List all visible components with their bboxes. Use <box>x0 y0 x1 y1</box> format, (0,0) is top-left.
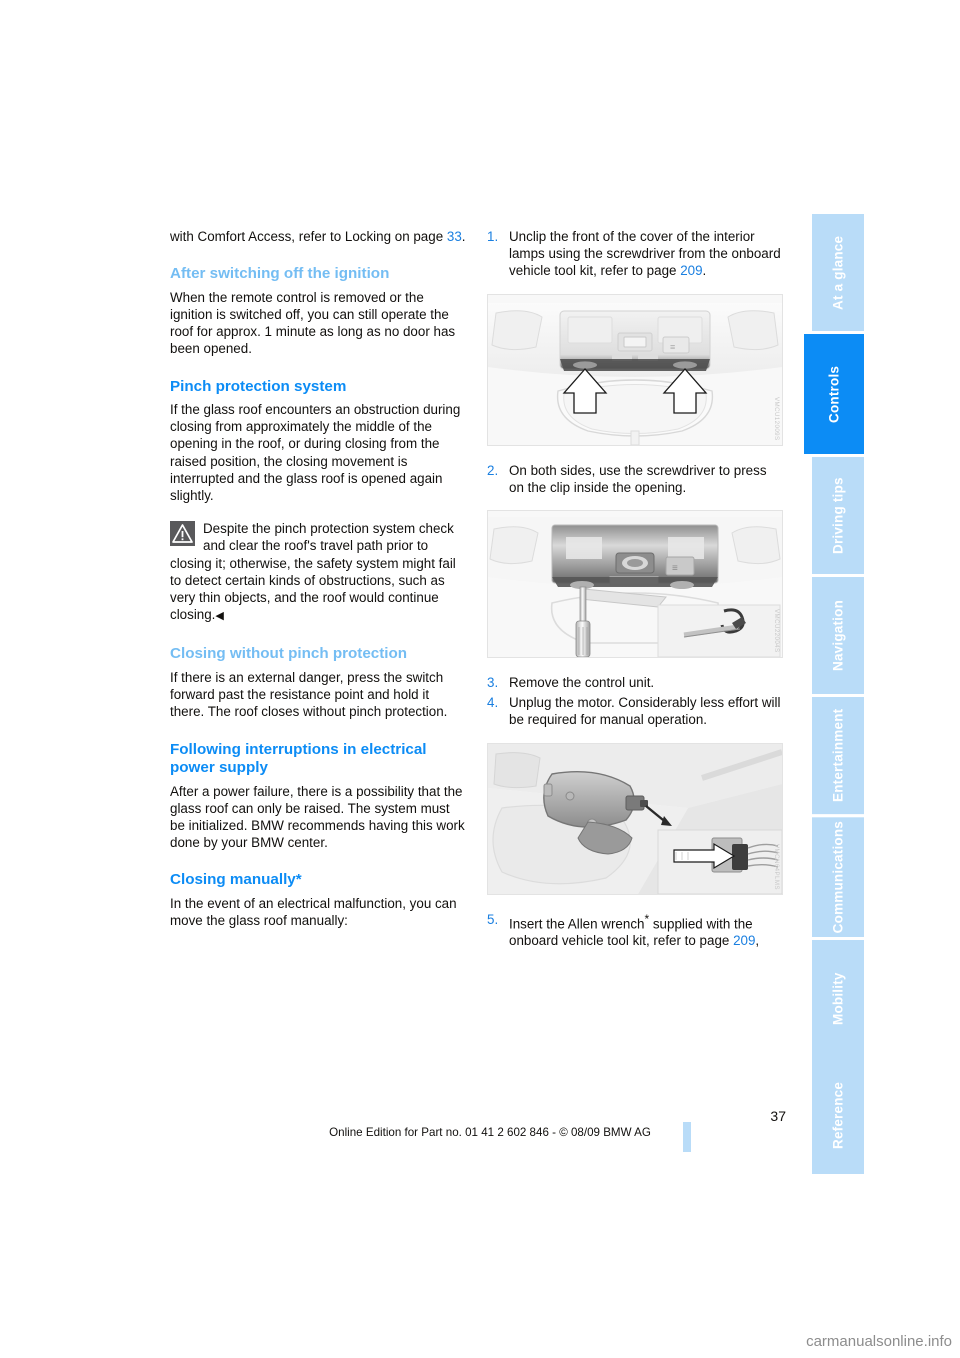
page-footer: 37 Online Edition for Part no. 01 41 2 6… <box>170 1108 810 1139</box>
sidebar-item-mobility[interactable]: Mobility <box>812 937 864 1058</box>
steps-group-3: 3. Remove the control unit. 4. Unplug th… <box>487 674 783 729</box>
step-number: 2. <box>487 462 499 478</box>
page-reference-209-b[interactable]: 209 <box>733 933 755 948</box>
paragraph-after-switching-off-ignition: When the remote control is removed or th… <box>170 289 456 357</box>
tab-label: Navigation <box>830 600 846 672</box>
warning-end-mark: ◀ <box>215 610 224 623</box>
step-text: Unclip the front of the cover of the int… <box>509 228 783 280</box>
step-number: 3. <box>487 675 499 691</box>
intro-text-before: with Comfort Access, refer to Locking on… <box>170 229 447 244</box>
tab-label: Driving tips <box>830 477 846 554</box>
figure-3-code: VMCN64PLMS <box>773 843 780 890</box>
left-text-column: with Comfort Access, refer to Locking on… <box>170 228 466 945</box>
warning-text: Despite the pinch protection system chec… <box>170 521 456 623</box>
tab-label: Reference <box>830 1082 846 1150</box>
figure-2-code: VMCU22004S <box>773 609 780 654</box>
tab-label: At a glance <box>830 235 846 310</box>
tab-label: Controls <box>826 365 842 423</box>
step-text: On both sides, use the screwdriver to pr… <box>509 462 767 495</box>
sidebar-item-communications[interactable]: Communications <box>812 814 864 938</box>
figure-2-illustration: ≡ <box>488 511 782 658</box>
page-reference-209-a[interactable]: 209 <box>680 263 702 278</box>
section-tab-rail: At a glance Controls Driving tips Naviga… <box>804 211 864 1175</box>
tab-label: Communications <box>830 821 846 934</box>
heading-closing-without-pinch-protection: Closing without pinch protection <box>170 645 408 663</box>
site-watermark: carmanualsonline.info <box>806 1333 952 1350</box>
sidebar-item-reference[interactable]: Reference <box>812 1057 864 1175</box>
steps-group-4: 5. Insert the Allen wrench* supplied wit… <box>487 911 783 950</box>
step-3: 3. Remove the control unit. <box>487 674 783 691</box>
tab-label: Entertainment <box>830 708 846 803</box>
warning-triangle-icon <box>170 521 195 547</box>
step5-text-after: , <box>755 933 760 949</box>
page-reference-33[interactable]: 33 <box>447 229 462 244</box>
heading-following-interruptions-power-supply: Following interruptions in electrical po… <box>170 740 427 777</box>
step-text: Insert the Allen wrench* supplied with t… <box>509 911 783 950</box>
watermark-text: carmanualsonline.info <box>806 1333 952 1350</box>
step-2: 2. On both sides, use the screwdriver to… <box>487 462 783 496</box>
figure-motor-connector: VMCN64PLMS <box>487 742 783 895</box>
figure-interior-lamp-cover: ≡ VMCU12009S <box>487 293 783 446</box>
intro-paragraph: with Comfort Access, refer to Locking on… <box>170 228 466 245</box>
sidebar-item-driving-tips[interactable]: Driving tips <box>812 454 864 574</box>
heading-closing-manually: Closing manually* <box>170 871 302 889</box>
footer-color-marker <box>683 1122 691 1152</box>
paragraph-following-interruptions-power-supply: After a power failure, there is a possib… <box>170 783 465 851</box>
figure-1-code: VMCU12009S <box>773 397 780 441</box>
step-number: 4. <box>487 695 499 711</box>
warning-block: Despite the pinch protection system chec… <box>170 520 466 625</box>
svg-text:≡: ≡ <box>670 342 675 352</box>
svg-text:≡: ≡ <box>672 563 678 574</box>
step-text: Remove the control unit. <box>509 675 655 691</box>
imprint-line: Online Edition for Part no. 01 41 2 602 … <box>329 1126 651 1139</box>
page-number: 37 <box>770 1108 786 1124</box>
step-number: 5. <box>487 911 499 927</box>
step-number: 1. <box>487 229 499 244</box>
sidebar-item-at-a-glance[interactable]: At a glance <box>812 211 864 331</box>
step5-text-before: Insert the Allen wrench <box>509 916 645 932</box>
steps-group-2: 2. On both sides, use the screwdriver to… <box>487 462 783 496</box>
sidebar-item-entertainment[interactable]: Entertainment <box>812 694 864 814</box>
manual-page: At a glance Controls Driving tips Naviga… <box>0 0 960 1358</box>
step-text: Unplug the motor. Considerably less effo… <box>509 695 781 728</box>
paragraph-closing-manually: In the event of an electrical malfunctio… <box>170 895 457 929</box>
sidebar-item-navigation[interactable]: Navigation <box>812 574 864 694</box>
paragraph-pinch-protection-system: If the glass roof encounters an obstruct… <box>170 402 461 504</box>
sidebar-item-controls[interactable]: Controls <box>804 331 864 454</box>
right-text-column: 1. Unclip the front of the cover of the … <box>487 228 783 964</box>
paragraph-closing-without-pinch-protection: If there is an external danger, press th… <box>170 669 448 720</box>
step-4: 4. Unplug the motor. Considerably less e… <box>487 694 783 728</box>
step1-text-before: Unclip the front of the cover of the int… <box>509 229 781 279</box>
heading-pinch-protection-system: Pinch protection system <box>170 377 347 395</box>
figure-screwdriver-clip: ≡ VMCU22004S <box>487 510 783 659</box>
step1-text-after: . <box>702 263 707 279</box>
heading-after-switching-off-ignition: After switching off the ignition <box>170 265 390 283</box>
tab-label: Mobility <box>830 972 846 1026</box>
steps-group-1: 1. Unclip the front of the cover of the … <box>487 228 783 280</box>
figure-1-illustration: ≡ <box>488 294 782 445</box>
intro-text-after: . <box>461 229 466 244</box>
step-1: 1. Unclip the front of the cover of the … <box>487 228 783 280</box>
figure-3-illustration <box>488 743 782 894</box>
step-5: 5. Insert the Allen wrench* supplied wit… <box>487 911 783 950</box>
